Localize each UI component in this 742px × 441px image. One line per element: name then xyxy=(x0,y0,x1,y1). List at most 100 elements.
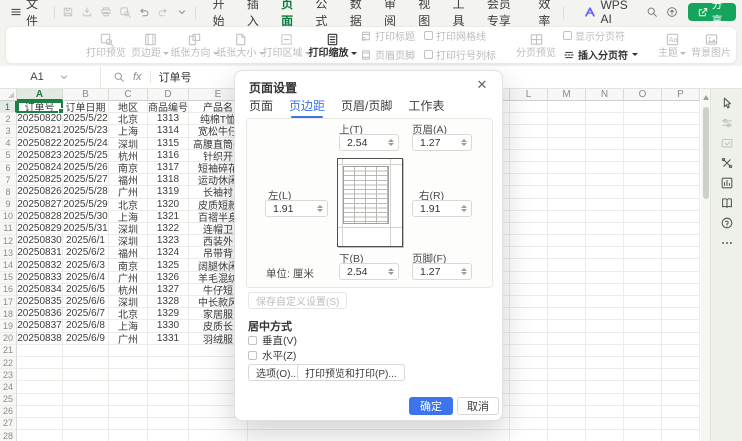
sheet-cell[interactable]: 订单号 xyxy=(17,101,63,113)
sheet-cell[interactable]: 1316 xyxy=(148,150,189,162)
sheet-cell[interactable] xyxy=(662,333,700,345)
sheet-cell[interactable] xyxy=(510,333,548,345)
sheet-cell[interactable]: 福州 xyxy=(109,174,148,186)
row-header-15[interactable]: 15 xyxy=(0,272,17,284)
sheet-cell[interactable] xyxy=(586,186,624,198)
redo-icon[interactable] xyxy=(157,6,169,18)
sheet-cell[interactable] xyxy=(662,369,700,381)
close-icon[interactable]: ✕ xyxy=(474,77,490,93)
screenshot-icon[interactable] xyxy=(720,136,734,150)
search-icon[interactable] xyxy=(646,6,658,18)
sheet-cell[interactable] xyxy=(510,223,548,235)
select-all-corner[interactable] xyxy=(0,89,17,101)
sheet-cell[interactable] xyxy=(586,101,624,113)
row-header-1[interactable]: 1 xyxy=(0,101,17,113)
stepper-icon[interactable] xyxy=(384,139,398,146)
row-header-6[interactable]: 6 xyxy=(0,162,17,174)
sheet-cell[interactable] xyxy=(662,381,700,393)
sheet-cell[interactable]: 20250833 xyxy=(17,272,63,284)
sheet-cell[interactable] xyxy=(510,394,548,406)
sheet-cell[interactable]: 商品编号 xyxy=(148,101,189,113)
sheet-cell[interactable]: 订单日期 xyxy=(63,101,109,113)
sheet-cell[interactable] xyxy=(148,357,189,369)
ribbon-margins-button[interactable]: 页边距 xyxy=(131,32,169,59)
sheet-cell[interactable]: 福州 xyxy=(109,247,148,259)
sheet-cell[interactable] xyxy=(624,259,662,271)
row-header-28[interactable]: 28 xyxy=(0,430,17,441)
sheet-cell[interactable] xyxy=(624,345,662,357)
quickbar-more-icon[interactable] xyxy=(176,6,188,18)
sheet-cell[interactable] xyxy=(17,430,63,441)
sheet-cell[interactable] xyxy=(662,272,700,284)
upload-icon[interactable] xyxy=(666,6,678,18)
ribbon-print-preview-button[interactable]: 打印预览 xyxy=(86,32,126,59)
sheet-cell[interactable] xyxy=(510,418,548,430)
sheet-cell[interactable] xyxy=(662,211,700,223)
ribbon-print-scale-button[interactable]: 打印缩放 xyxy=(312,32,353,59)
formula-search-icon[interactable] xyxy=(113,71,125,83)
sheet-cell[interactable] xyxy=(548,284,586,296)
sheet-cell[interactable] xyxy=(586,259,624,271)
ribbon-theme-button[interactable]: Aa 主题 xyxy=(658,32,686,59)
sheet-cell[interactable] xyxy=(548,138,586,150)
sheet-cell[interactable]: 2025/6/3 xyxy=(63,259,109,271)
sheet-cell[interactable] xyxy=(510,296,548,308)
sheet-cell[interactable]: 1313 xyxy=(148,113,189,125)
tab-header-footer[interactable]: 页眉/页脚 xyxy=(341,97,392,118)
menu-efficiency[interactable]: 效率 xyxy=(538,0,555,29)
sheet-cell[interactable] xyxy=(624,247,662,259)
sheet-cell[interactable] xyxy=(624,333,662,345)
save-custom-settings-button[interactable]: 保存自定义设置(S) xyxy=(248,292,347,309)
sheet-cell[interactable] xyxy=(662,174,700,186)
sheet-cell[interactable] xyxy=(109,394,148,406)
sheet-cell[interactable] xyxy=(624,174,662,186)
export-icon[interactable] xyxy=(81,6,93,18)
sheet-cell[interactable] xyxy=(510,235,548,247)
sheet-cell[interactable] xyxy=(586,272,624,284)
sheet-cell[interactable] xyxy=(586,406,624,418)
sheet-cell[interactable] xyxy=(586,320,624,332)
column-header-O[interactable]: O xyxy=(624,89,662,101)
sheet-cell[interactable] xyxy=(586,235,624,247)
sheet-cell[interactable]: 2025/6/7 xyxy=(63,308,109,320)
sheet-cell[interactable] xyxy=(662,259,700,271)
sheet-cell[interactable] xyxy=(63,381,109,393)
sheet-cell[interactable] xyxy=(510,284,548,296)
sheet-cell[interactable]: 20250830 xyxy=(17,235,63,247)
sheet-cell[interactable] xyxy=(586,369,624,381)
sheet-cell[interactable] xyxy=(624,296,662,308)
sheet-cell[interactable] xyxy=(586,211,624,223)
stepper-icon[interactable] xyxy=(313,205,327,212)
sheet-cell[interactable] xyxy=(586,138,624,150)
sheet-cell[interactable] xyxy=(510,174,548,186)
row-header-22[interactable]: 22 xyxy=(0,357,17,369)
sheet-cell[interactable] xyxy=(662,125,700,137)
sheet-cell[interactable] xyxy=(63,357,109,369)
left-margin-spinner[interactable]: 1.91 xyxy=(265,200,328,217)
sheet-cell[interactable] xyxy=(510,186,548,198)
sheet-cell[interactable] xyxy=(662,320,700,332)
sheet-cell[interactable]: 20250820 xyxy=(17,113,63,125)
name-box-dropdown-icon[interactable] xyxy=(58,71,70,83)
sheet-cell[interactable] xyxy=(510,381,548,393)
row-header-14[interactable]: 14 xyxy=(0,259,17,271)
ribbon-insert-page-break-button[interactable]: 插入分页符 xyxy=(563,47,638,62)
sheet-cell[interactable] xyxy=(548,101,586,113)
sheet-cell[interactable] xyxy=(548,345,586,357)
print-preview-icon[interactable] xyxy=(119,6,131,18)
sheet-cell[interactable]: 深圳 xyxy=(109,235,148,247)
row-header-7[interactable]: 7 xyxy=(0,174,17,186)
sheet-cell[interactable] xyxy=(662,199,700,211)
row-header-18[interactable]: 18 xyxy=(0,308,17,320)
sheet-cell[interactable]: 南京 xyxy=(109,162,148,174)
file-menu-button[interactable]: 文件 xyxy=(6,0,47,29)
ribbon-show-page-breaks-checkbox[interactable]: 显示分页符 xyxy=(563,28,638,43)
sheet-cell[interactable] xyxy=(662,138,700,150)
sheet-cell[interactable] xyxy=(148,394,189,406)
sheet-cell[interactable] xyxy=(148,381,189,393)
select-cursor-icon[interactable] xyxy=(720,96,734,110)
sheet-cell[interactable] xyxy=(624,369,662,381)
sheet-cell[interactable]: 2025/5/22 xyxy=(63,113,109,125)
sheet-cell[interactable] xyxy=(624,272,662,284)
more-icon[interactable] xyxy=(720,236,734,250)
